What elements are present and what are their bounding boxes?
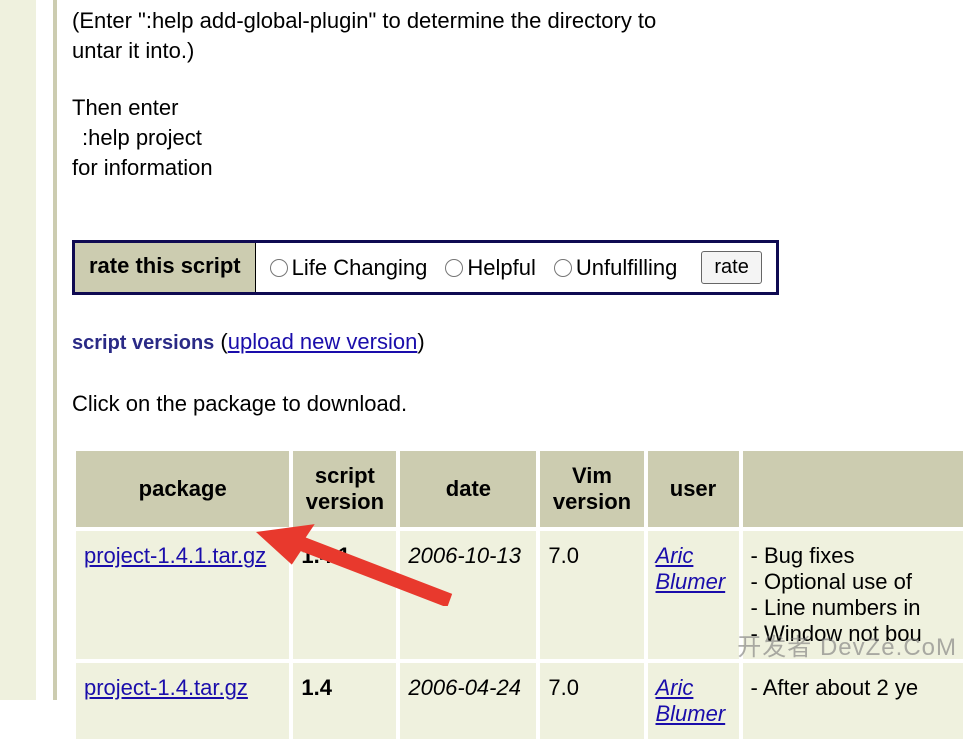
table-row: project-1.4.tar.gz 1.4 2006-04-24 7.0 Ar… <box>76 663 963 739</box>
cell-release-notes: After about 2 ye <box>743 663 963 739</box>
rate-script-box: rate this script Life Changing Helpful U… <box>72 240 779 295</box>
rate-option-helpful[interactable]: Helpful <box>445 255 535 281</box>
upload-new-version-link[interactable]: upload new version <box>228 329 418 354</box>
cell-version: 1.4.1 <box>293 531 396 659</box>
release-note: Optional use of <box>751 569 963 595</box>
col-header-date: date <box>400 451 536 527</box>
instructions-line: (Enter ":help add-global-plugin" to dete… <box>72 6 955 36</box>
cell-date: 2006-10-13 <box>400 531 536 659</box>
table-header-row: package script version date Vim version … <box>76 451 963 527</box>
rate-option-unfulfilling[interactable]: Unfulfilling <box>554 255 678 281</box>
user-link[interactable]: Aric Blumer <box>656 543 726 594</box>
instructions-line: for information <box>72 153 955 183</box>
instructions-line: Then enter <box>72 93 955 123</box>
paren-close: ) <box>417 329 424 354</box>
paren-open: ( <box>220 329 227 354</box>
release-note: Line numbers in <box>751 595 963 621</box>
install-instructions: (Enter ":help add-global-plugin" to dete… <box>72 6 955 182</box>
rate-radio-helpful[interactable] <box>445 259 463 277</box>
user-link[interactable]: Aric Blumer <box>656 675 726 726</box>
col-header-user: user <box>648 451 739 527</box>
rate-option-life-changing[interactable]: Life Changing <box>270 255 428 281</box>
release-note: Bug fixes <box>751 543 963 569</box>
cell-vim-version: 7.0 <box>540 663 643 739</box>
watermark: 开发者 DevZe.CoM <box>737 627 957 662</box>
instructions-line: untar it into.) <box>72 36 955 66</box>
cell-vim-version: 7.0 <box>540 531 643 659</box>
instructions-line: :help project <box>72 123 955 153</box>
downloads-table: package script version date Vim version … <box>72 447 963 743</box>
col-header-release <box>743 451 963 527</box>
rate-radio-unfulfilling[interactable] <box>554 259 572 277</box>
cell-date: 2006-04-24 <box>400 663 536 739</box>
col-header-vim-version: Vim version <box>540 451 643 527</box>
rate-label: rate this script <box>75 243 256 292</box>
package-link[interactable]: project-1.4.1.tar.gz <box>84 543 266 568</box>
rate-options: Life Changing Helpful Unfulfilling rate <box>256 243 776 292</box>
package-link[interactable]: project-1.4.tar.gz <box>84 675 248 700</box>
col-header-package: package <box>76 451 289 527</box>
rate-radio-life-changing[interactable] <box>270 259 288 277</box>
vertical-divider <box>53 0 57 700</box>
script-versions-row: script versions (upload new version) <box>72 329 955 355</box>
left-gutter <box>0 0 36 700</box>
release-note: After about 2 ye <box>751 675 963 701</box>
download-hint: Click on the package to download. <box>72 391 955 417</box>
script-versions-label: script versions <box>72 332 214 354</box>
cell-version: 1.4 <box>293 663 396 739</box>
rate-button[interactable]: rate <box>701 251 761 284</box>
col-header-script-version: script version <box>293 451 396 527</box>
